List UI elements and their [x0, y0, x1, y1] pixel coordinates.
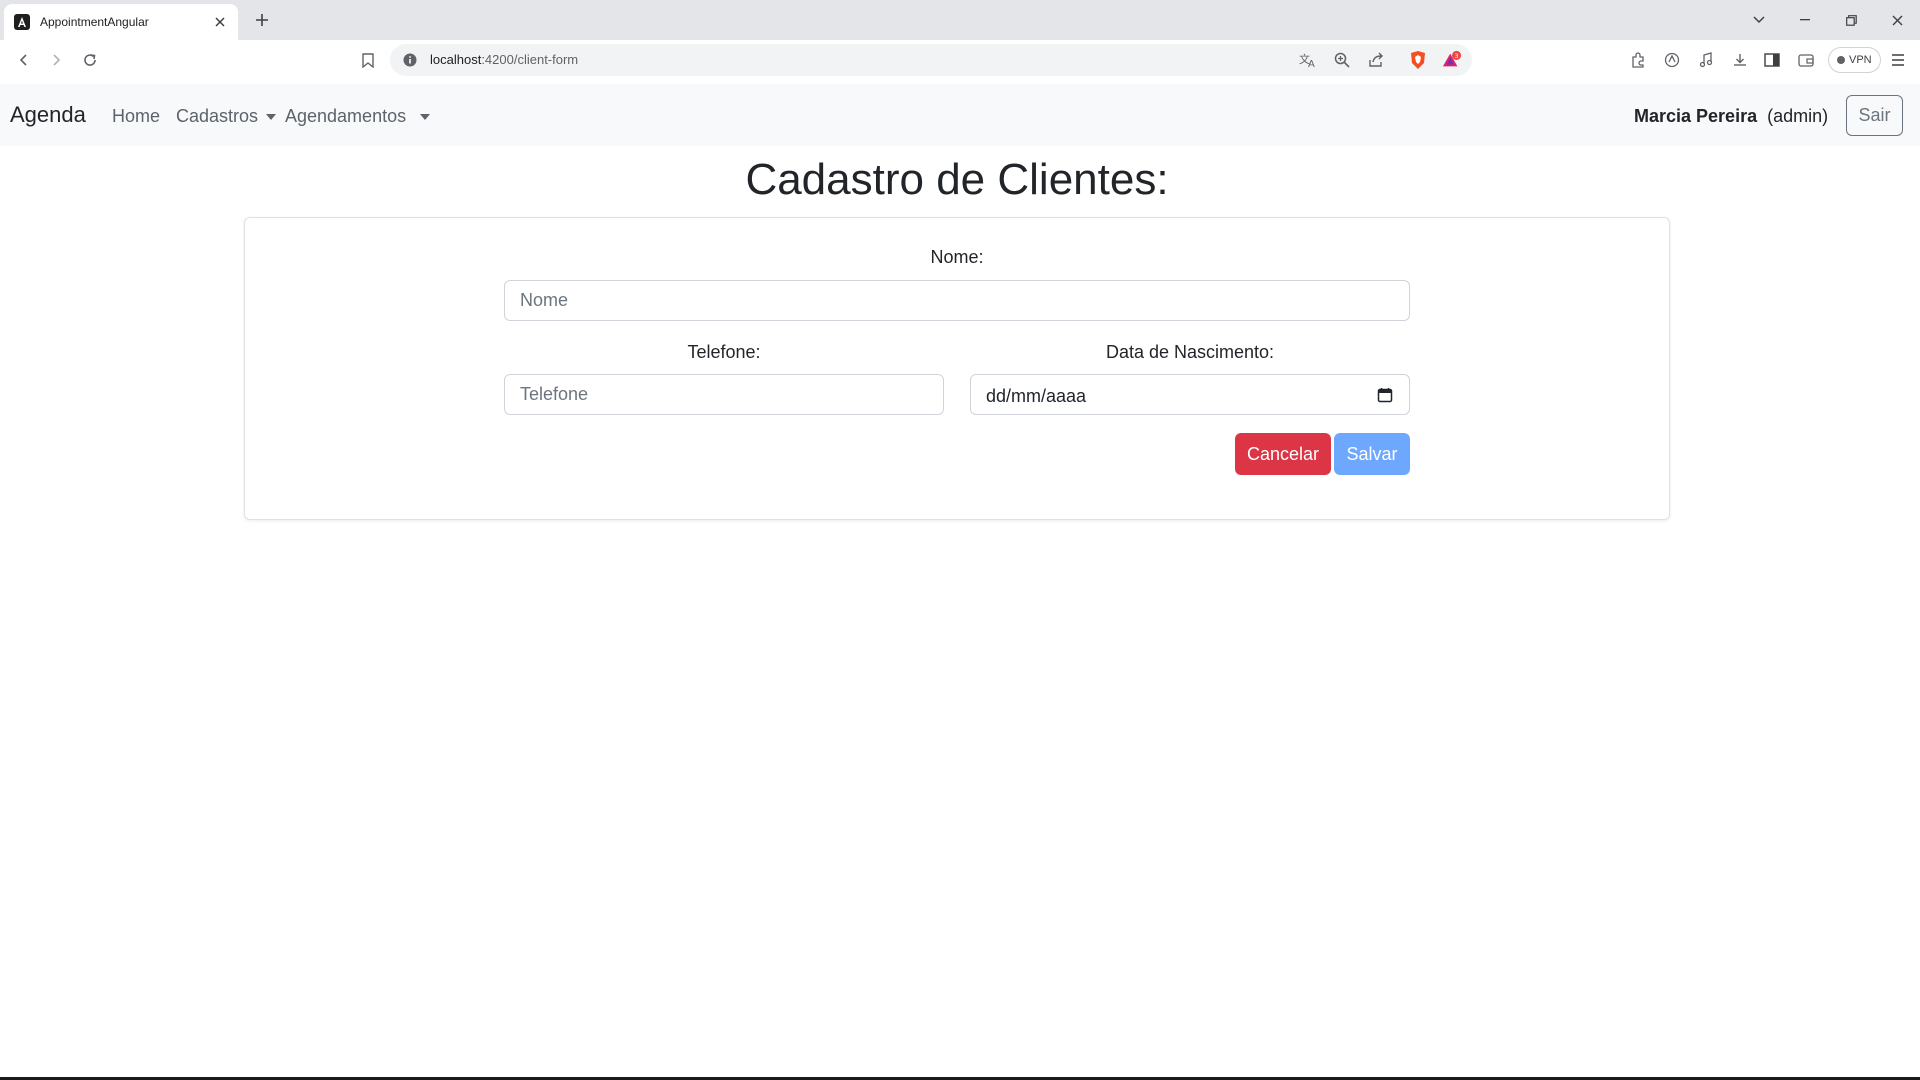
nav-dropdown-agendamentos[interactable]: Agendamentos: [285, 106, 431, 127]
app-navbar: Agenda Home Cadastros Agendamentos Marci…: [0, 84, 1920, 146]
window-controls: [1736, 0, 1920, 40]
address-bar[interactable]: localhost:4200/client-form 文A 3: [390, 44, 1472, 76]
user-name: Marcia Pereira: [1634, 106, 1758, 126]
cancel-button[interactable]: Cancelar: [1235, 433, 1331, 475]
birth-date-value: dd/mm/aaaa: [986, 386, 1087, 406]
nav-link-home[interactable]: Home: [112, 106, 160, 127]
rewards-badge-count: 3: [1455, 53, 1459, 60]
bookmark-icon[interactable]: [356, 48, 380, 72]
navbar-brand[interactable]: Agenda: [10, 102, 86, 128]
svg-text:A: A: [1308, 59, 1315, 68]
tab-title: AppointmentAngular: [40, 15, 149, 29]
calendar-icon[interactable]: [1377, 387, 1393, 403]
media-music-icon[interactable]: [1696, 50, 1716, 70]
phone-input[interactable]: [504, 374, 944, 415]
vpn-status-icon: [1837, 56, 1845, 64]
share-icon[interactable]: [1366, 50, 1386, 70]
browser-tabstrip: AppointmentAngular: [0, 0, 1920, 40]
nav-dropdown-cadastros-label: Cadastros: [176, 106, 259, 126]
wallet-icon[interactable]: [1796, 50, 1816, 70]
sidebar-toggle-icon[interactable]: [1762, 50, 1782, 70]
angular-favicon-icon: [14, 14, 30, 30]
page-title: Cadastro de Clientes:: [745, 155, 1169, 204]
menu-hamburger-icon[interactable]: [1888, 50, 1908, 70]
birth-date-input[interactable]: dd/mm/aaaa: [970, 374, 1410, 415]
user-role: (admin): [1767, 106, 1829, 126]
restore-icon[interactable]: [1828, 0, 1874, 40]
leo-ai-icon[interactable]: [1662, 50, 1682, 70]
site-info-icon[interactable]: [402, 52, 418, 68]
translate-icon[interactable]: 文A: [1298, 50, 1318, 70]
close-window-icon[interactable]: [1874, 0, 1920, 40]
user-info: Marcia Pereira (admin): [1634, 106, 1828, 127]
nav-dropdown-cadastros[interactable]: Cadastros: [176, 106, 277, 127]
vpn-button[interactable]: VPN: [1828, 47, 1881, 73]
nav-link-home-label: Home: [112, 106, 161, 126]
brave-shields-icon[interactable]: [1408, 50, 1428, 70]
nav-dropdown-agendamentos-label: Agendamentos: [285, 106, 407, 126]
save-button[interactable]: Salvar: [1334, 433, 1410, 475]
zoom-icon[interactable]: [1332, 50, 1352, 70]
caret-down-icon: [266, 113, 277, 120]
brave-rewards-icon[interactable]: 3: [1442, 50, 1462, 70]
url-path: :4200/client-form: [481, 52, 579, 67]
download-icon[interactable]: [1730, 50, 1750, 70]
caret-down-icon: [420, 113, 431, 120]
extensions-puzzle-icon[interactable]: [1628, 50, 1648, 70]
logout-button[interactable]: Sair: [1846, 95, 1903, 136]
forward-arrow-icon[interactable]: [44, 48, 68, 72]
url-host: localhost: [430, 52, 482, 67]
close-tab-icon[interactable]: [212, 14, 228, 30]
name-input[interactable]: [504, 280, 1410, 321]
new-tab-icon[interactable]: [252, 10, 272, 30]
minimize-icon[interactable]: [1782, 0, 1828, 40]
name-label: Nome:: [930, 247, 984, 267]
reload-icon[interactable]: [78, 48, 102, 72]
vpn-label: VPN: [1849, 54, 1872, 66]
tab-search-chevron-icon[interactable]: [1736, 0, 1782, 40]
birth-date-label: Data de Nascimento:: [1105, 342, 1275, 362]
back-arrow-icon[interactable]: [12, 48, 36, 72]
browser-tab[interactable]: AppointmentAngular: [4, 4, 238, 40]
browser-toolbar: localhost:4200/client-form 文A 3 VPN: [0, 40, 1920, 80]
phone-label: Telefone:: [687, 342, 761, 362]
url-text: localhost:4200/client-form: [430, 52, 578, 67]
